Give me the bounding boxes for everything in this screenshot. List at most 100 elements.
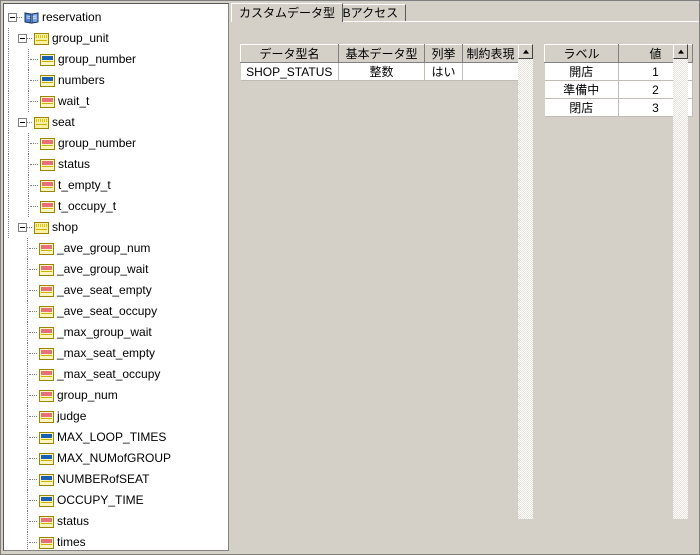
tree-node-group_num[interactable]: group_num — [6, 385, 228, 406]
attribute-blue-icon — [40, 53, 55, 66]
tab-custom-data-type[interactable]: カスタムデータ型 — [231, 3, 344, 22]
attribute-red-icon — [39, 368, 54, 381]
enum-grid[interactable]: ラベル値開店 1 準備中 2 閉店 3 — [544, 44, 693, 117]
attribute-red-icon — [39, 242, 54, 255]
tree-connector — [29, 436, 37, 439]
tree-node-times[interactable]: times — [6, 532, 228, 550]
datatype-table[interactable]: データ型名 基本データ型 列挙 制約表現 SHOP_STATUS 整数 はい — [240, 44, 519, 81]
tree-connector — [30, 58, 38, 61]
tree-node-status[interactable]: status — [6, 511, 228, 532]
column-header[interactable]: ラベル — [544, 44, 619, 63]
tree-connector — [30, 142, 38, 145]
table-row[interactable]: 開店 1 — [544, 62, 693, 81]
tree-connector — [30, 184, 38, 187]
column-header[interactable]: データ型名 — [240, 44, 339, 63]
tree-node-label: t_empty_t — [58, 178, 111, 192]
tree-connector — [29, 520, 37, 523]
table-row[interactable]: 閉店 3 — [544, 98, 693, 117]
tree-node-group_unit[interactable]: group_unit — [6, 28, 228, 49]
tree-connector — [27, 226, 32, 229]
tree-connector — [29, 331, 37, 334]
tree-node-group_number[interactable]: group_number — [6, 49, 228, 70]
tree-node-label: _ave_group_num — [57, 241, 151, 255]
attribute-blue-icon — [40, 74, 55, 87]
column-header[interactable]: 列挙 — [424, 44, 463, 63]
attribute-red-icon — [40, 158, 55, 171]
tree-node-_max_seat_occupy[interactable]: _max_seat_occupy — [6, 364, 228, 385]
tree-node-label: MAX_LOOP_TIMES — [57, 430, 167, 444]
tree-node-status[interactable]: status — [6, 154, 228, 175]
tab-strip: カスタムデータ型 DBアクセス — [231, 3, 699, 22]
tree-connector — [29, 268, 37, 271]
tree-node-_max_seat_empty[interactable]: _max_seat_empty — [6, 343, 228, 364]
tree-expander-toggle[interactable] — [18, 34, 27, 43]
datatype-vertical-scrollbar[interactable] — [518, 44, 533, 519]
tree-expander-toggle[interactable] — [18, 118, 27, 127]
tree-root-container: reservation group_unit group_number numbers… — [4, 4, 228, 550]
attribute-red-icon — [39, 263, 54, 276]
class-icon — [34, 32, 49, 45]
enum-table[interactable]: ラベル値開店 1 準備中 2 閉店 3 — [544, 44, 693, 117]
tree-node-wait_t[interactable]: wait_t — [6, 91, 228, 112]
tree-node-t_occupy_t[interactable]: t_occupy_t — [6, 196, 228, 217]
column-header[interactable]: 基本データ型 — [338, 44, 425, 63]
table-cell[interactable]: はい — [424, 62, 463, 81]
tree-connector — [29, 499, 37, 502]
tree-node-judge[interactable]: judge — [6, 406, 228, 427]
tree-node-max_numofgroup[interactable]: MAX_NUMofGROUP — [6, 448, 228, 469]
table-cell[interactable]: 整数 — [338, 62, 425, 81]
tree-connector — [27, 121, 32, 124]
tree-node-root[interactable]: reservation — [6, 7, 228, 28]
tree-node-_ave_seat_occupy[interactable]: _ave_seat_occupy — [6, 301, 228, 322]
tree-node-seat[interactable]: seat — [6, 112, 228, 133]
attribute-red-icon — [40, 95, 55, 108]
tree-node-_max_group_wait[interactable]: _max_group_wait — [6, 322, 228, 343]
table-row[interactable]: 準備中 2 — [544, 80, 693, 99]
model-tree-panel[interactable]: reservation group_unit group_number numbers… — [3, 3, 229, 551]
tree-node-numbers[interactable]: numbers — [6, 70, 228, 91]
tree-node-occupy_time[interactable]: OCCUPY_TIME — [6, 490, 228, 511]
table-cell[interactable] — [462, 62, 519, 81]
tree-node-max_loop_times[interactable]: MAX_LOOP_TIMES — [6, 427, 228, 448]
tree-node-label: _max_group_wait — [57, 325, 152, 339]
datatype-grid[interactable]: データ型名 基本データ型 列挙 制約表現 SHOP_STATUS 整数 はい — [240, 44, 519, 81]
attribute-red-icon — [39, 305, 54, 318]
tree-node-label: OCCUPY_TIME — [57, 493, 144, 507]
attribute-red-icon — [40, 179, 55, 192]
tree-expander-toggle[interactable] — [8, 13, 17, 22]
tree-node-label: wait_t — [58, 94, 90, 108]
enum-scroll-up-button[interactable] — [673, 44, 688, 59]
tree-expander-toggle[interactable] — [18, 223, 27, 232]
tree-node-label: _max_seat_empty — [57, 346, 156, 360]
column-header[interactable]: 制約表現 — [462, 44, 519, 63]
tree-node-numberofseat[interactable]: NUMBERofSEAT — [6, 469, 228, 490]
table-cell[interactable]: 開店 — [544, 62, 619, 81]
tree-connector — [29, 478, 37, 481]
tree-node-_ave_group_num[interactable]: _ave_group_num — [6, 238, 228, 259]
class-icon — [34, 221, 49, 234]
tree-node-t_empty_t[interactable]: t_empty_t — [6, 175, 228, 196]
tree-node-_ave_group_wait[interactable]: _ave_group_wait — [6, 259, 228, 280]
table-cell[interactable]: 閉店 — [544, 98, 619, 117]
table-cell[interactable]: 準備中 — [544, 80, 619, 99]
application-window: reservation group_unit group_number numbers… — [0, 0, 700, 555]
tree-node-group_number[interactable]: group_number — [6, 133, 228, 154]
tree-connector — [30, 100, 38, 103]
tree-connector — [29, 415, 37, 418]
table-row[interactable]: SHOP_STATUS 整数 はい — [240, 62, 519, 81]
tree-node-_ave_seat_empty[interactable]: _ave_seat_empty — [6, 280, 228, 301]
tree-node-shop[interactable]: shop — [6, 217, 228, 238]
enum-vertical-scrollbar[interactable] — [673, 44, 688, 519]
table-cell[interactable]: SHOP_STATUS — [240, 62, 339, 81]
scroll-up-arrow-icon — [677, 49, 684, 54]
tree-node-label: _ave_seat_occupy — [57, 304, 158, 318]
datatype-scroll-up-button[interactable] — [518, 44, 533, 59]
